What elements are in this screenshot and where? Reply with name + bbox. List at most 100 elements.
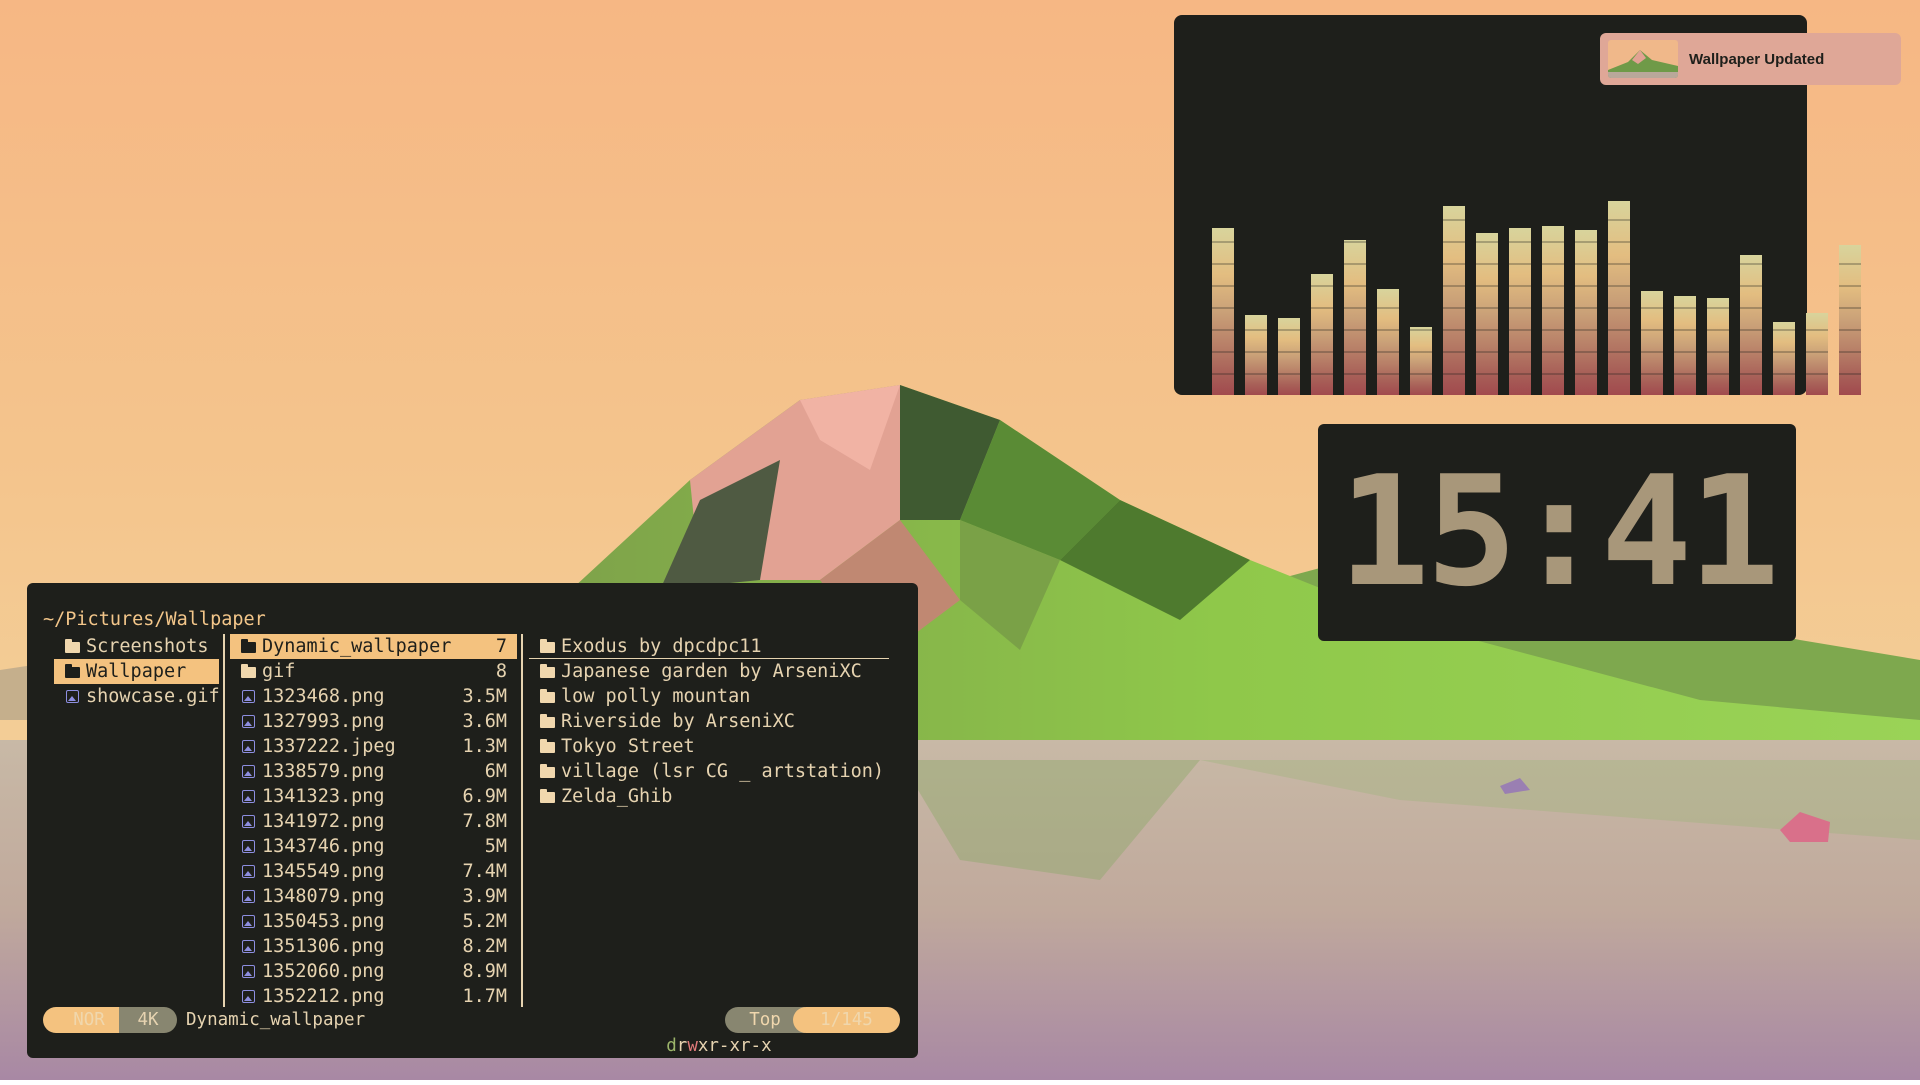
column-divider — [223, 634, 225, 1007]
visualizer-bar — [1245, 315, 1267, 395]
list-item[interactable]: Dynamic_wallpaper 7 — [230, 634, 517, 659]
item-size: 6.9M — [462, 786, 507, 807]
item-size: 5.2M — [462, 911, 507, 932]
item-size: 1.7M — [462, 986, 507, 1007]
folder-icon — [539, 659, 555, 684]
item-name: 1337222.jpeg — [262, 736, 396, 757]
item-name: Zelda_Ghib — [561, 786, 673, 807]
folder-icon — [539, 709, 555, 734]
item-name: gif — [262, 661, 296, 682]
item-name: Japanese garden by ArseniXC — [561, 661, 862, 682]
item-name: 1343746.png — [262, 836, 385, 857]
notification-toast[interactable]: Wallpaper Updated — [1600, 33, 1901, 85]
item-size: 8 — [495, 661, 507, 682]
visualizer-bar — [1773, 322, 1795, 395]
visualizer-bar — [1641, 291, 1663, 395]
item-size: 8.9M — [462, 961, 507, 982]
item-size: 3.5M — [462, 686, 507, 707]
visualizer-bar — [1476, 233, 1498, 395]
visualizer-bar — [1542, 226, 1564, 395]
list-item[interactable]: 1341972.png 7.8M — [230, 809, 517, 834]
image-file-icon — [240, 709, 256, 734]
clock-time: 15:41 — [1338, 443, 1780, 620]
list-item[interactable]: 1327993.png 3.6M — [230, 709, 517, 734]
list-item[interactable]: 1348079.png 3.9M — [230, 884, 517, 909]
image-file-icon — [240, 909, 256, 934]
status-bar: NOR 4K Dynamic_wallpaper drwxr-xr-x Top … — [43, 1007, 903, 1056]
list-item[interactable]: Wallpaper — [54, 659, 219, 684]
list-item[interactable]: village (lsr CG _ artstation) — [529, 759, 894, 784]
item-name: 1352060.png — [262, 961, 385, 982]
item-name: 1341972.png — [262, 811, 385, 832]
list-item[interactable]: gif 8 — [230, 659, 517, 684]
folder-icon — [539, 759, 555, 784]
list-item[interactable]: 1337222.jpeg 1.3M — [230, 734, 517, 759]
item-size: 7.8M — [462, 811, 507, 832]
folder-icon — [539, 734, 555, 759]
image-file-icon — [240, 959, 256, 984]
list-item[interactable]: Exodus by dpcdpc11 — [529, 634, 889, 659]
item-name: low polly mountan — [561, 686, 751, 707]
visualizer-bar — [1575, 230, 1597, 395]
visualizer-bar — [1806, 313, 1828, 395]
item-name: Wallpaper — [86, 661, 187, 682]
visualizer-bars — [1212, 153, 1861, 395]
item-name: Dynamic_wallpaper — [262, 636, 452, 657]
image-file-icon — [240, 859, 256, 884]
list-item[interactable]: showcase.gif — [54, 684, 220, 709]
visualizer-bar — [1410, 327, 1432, 395]
list-item[interactable]: low polly mountan — [529, 684, 894, 709]
item-name: 1351306.png — [262, 936, 385, 957]
visualizer-bar — [1311, 274, 1333, 395]
folder-icon — [539, 784, 555, 809]
list-item[interactable]: Screenshots — [54, 634, 219, 659]
item-size: 3.9M — [462, 886, 507, 907]
list-item[interactable]: 1352212.png 1.7M — [230, 984, 517, 1009]
folder-icon — [64, 634, 80, 659]
visualizer-bar — [1740, 255, 1762, 395]
item-size: 3.6M — [462, 711, 507, 732]
file-manager-window[interactable]: ~/Pictures/Wallpaper Screenshots Wallpape… — [27, 583, 918, 1058]
item-name: showcase.gif — [86, 686, 220, 707]
size-indicator: 4K — [119, 1007, 177, 1033]
visualizer-bar — [1707, 298, 1729, 395]
wallpaper-thumbnail-icon — [1608, 40, 1678, 78]
list-item[interactable]: 1338579.png 6M — [230, 759, 517, 784]
item-name: Exodus by dpcdpc11 — [561, 636, 762, 657]
notification-text: Wallpaper Updated — [1689, 50, 1825, 68]
list-item[interactable]: 1345549.png 7.4M — [230, 859, 517, 884]
item-size: 6M — [484, 761, 507, 782]
visualizer-bar — [1443, 206, 1465, 395]
perm-write: w — [687, 1036, 698, 1056]
list-item[interactable]: 1351306.png 8.2M — [230, 934, 517, 959]
visualizer-bar — [1839, 245, 1861, 395]
visualizer-bar — [1344, 240, 1366, 395]
perm-rest: xr-xr-x — [697, 1036, 772, 1056]
list-item[interactable]: Riverside by ArseniXC — [529, 709, 894, 734]
list-item[interactable]: Tokyo Street — [529, 734, 894, 759]
folder-icon — [539, 684, 555, 709]
list-item[interactable]: 1323468.png 3.5M — [230, 684, 517, 709]
folder-icon — [64, 659, 80, 684]
item-name: 1350453.png — [262, 911, 385, 932]
perm-read: r — [676, 1036, 688, 1056]
list-item[interactable]: 1352060.png 8.9M — [230, 959, 517, 984]
image-file-icon — [240, 759, 256, 784]
list-item[interactable]: Japanese garden by ArseniXC — [529, 659, 894, 684]
list-item[interactable]: 1343746.png 5M — [230, 834, 517, 859]
folder-icon — [539, 634, 555, 659]
image-file-icon — [240, 984, 256, 1009]
item-count: 1/145 — [793, 1007, 900, 1033]
list-item[interactable]: 1350453.png 5.2M — [230, 909, 517, 934]
item-name: 1352212.png — [262, 986, 385, 1007]
visualizer-bar — [1377, 289, 1399, 395]
image-file-icon — [64, 684, 80, 709]
list-item[interactable]: Zelda_Ghib — [529, 784, 894, 809]
list-item[interactable]: 1341323.png 6.9M — [230, 784, 517, 809]
item-size: 8.2M — [462, 936, 507, 957]
visualizer-bar — [1608, 201, 1630, 395]
perm-type: d — [666, 1036, 677, 1056]
image-file-icon — [240, 684, 256, 709]
item-size: 7 — [495, 636, 507, 657]
current-path: ~/Pictures/Wallpaper — [43, 609, 266, 630]
